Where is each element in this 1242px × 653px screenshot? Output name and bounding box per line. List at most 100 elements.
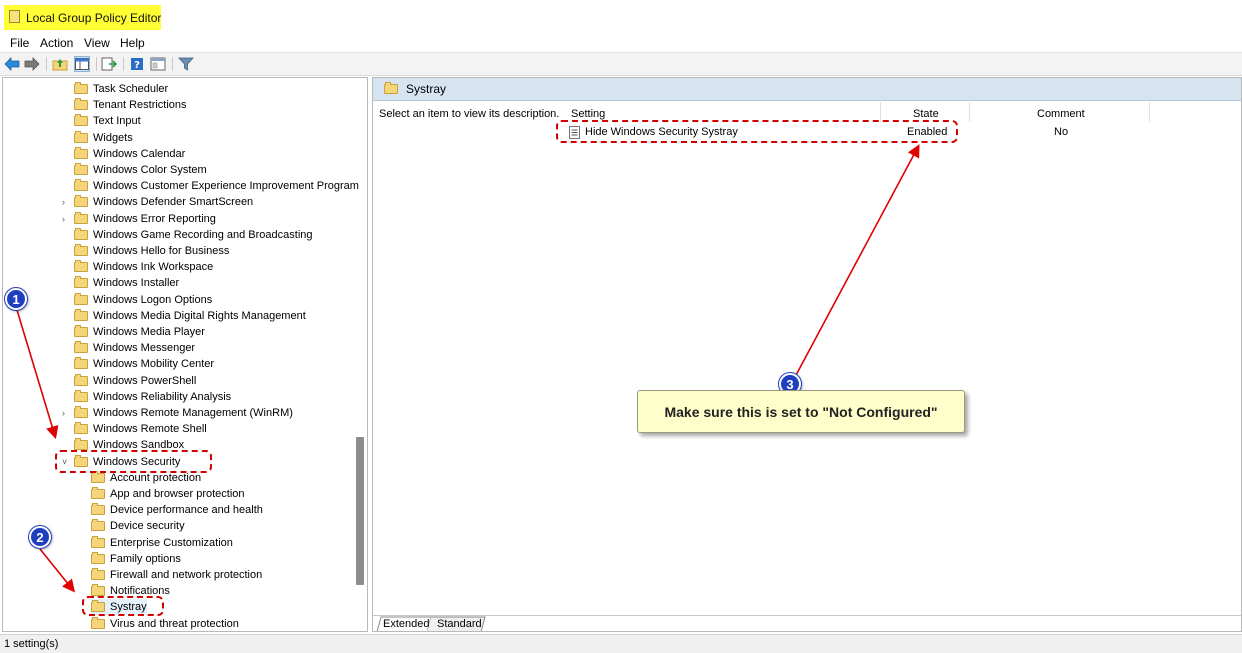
back-arrow-icon[interactable] <box>4 56 20 72</box>
tree-item[interactable]: Windows Messenger <box>74 340 195 356</box>
tree-item-label: Enterprise Customization <box>110 536 233 549</box>
tab-extended[interactable]: Extended <box>379 617 433 631</box>
tree-pane[interactable]: Task Scheduler Tenant Restrictions Text In… <box>2 77 368 632</box>
details-title: Systray <box>406 82 447 96</box>
tree-item-label: Windows PowerShell <box>93 374 197 387</box>
tree-item-label: Windows Logon Options <box>93 293 213 306</box>
tree-item-label: Windows Error Reporting <box>93 212 216 225</box>
title-bar: Local Group Policy Editor <box>0 0 1242 34</box>
menu-action[interactable]: Action <box>40 36 73 50</box>
folder-icon <box>91 519 105 532</box>
tree-item[interactable]: Windows PowerShell <box>74 373 196 389</box>
column-header-comment[interactable]: Comment <box>1037 108 1085 120</box>
folder-icon <box>74 98 88 111</box>
tree-item-label: Windows Ink Workspace <box>93 261 214 274</box>
chevron-right-icon[interactable]: › <box>62 408 65 418</box>
folder-icon <box>91 551 105 564</box>
tree-item[interactable]: Windows Installer <box>74 275 179 291</box>
column-header-setting[interactable]: Setting <box>571 108 605 120</box>
folder-icon <box>74 422 88 435</box>
highlight-systray <box>82 596 164 616</box>
tree-item[interactable]: Windows Customer Experience Improvement … <box>74 178 359 194</box>
tree-item-label: Windows Color System <box>93 164 207 176</box>
column-divider[interactable] <box>969 102 970 122</box>
tree-child-item[interactable]: Enterprise Customization <box>91 535 233 551</box>
column-divider[interactable] <box>880 102 881 122</box>
tree-item[interactable]: Task Scheduler <box>74 81 168 97</box>
tree-item-label: Widgets <box>93 131 133 144</box>
folder-icon <box>74 82 88 94</box>
tree-item[interactable]: Tenant Restrictions <box>74 97 187 113</box>
tree-child-item[interactable]: Device performance and health <box>91 502 263 518</box>
tree-item-label: Windows Game Recording and Broadcasting <box>93 228 313 241</box>
view-tabs: Extended Standard <box>373 615 1241 631</box>
tree-item[interactable]: Windows Calendar <box>74 146 185 162</box>
tree-item[interactable]: Windows Remote Shell <box>74 421 207 437</box>
tree-item-label: Text Input <box>93 115 141 128</box>
tree-child-item[interactable]: App and browser protection <box>91 486 245 502</box>
tree-item-label: Windows Media Player <box>93 326 205 338</box>
show-hide-tree-icon[interactable] <box>74 56 90 72</box>
tree-item[interactable]: Windows Color System <box>74 162 207 178</box>
tree-item[interactable]: Text Input <box>74 113 141 129</box>
tree-child-item[interactable]: Device security <box>91 518 185 534</box>
menu-help[interactable]: Help <box>120 36 145 50</box>
tree-item[interactable]: Windows Reliability Analysis <box>74 389 231 405</box>
tree-item-label: Windows Messenger <box>93 342 196 355</box>
chevron-right-icon[interactable]: › <box>62 197 65 207</box>
instruction-note: Make sure this is set to "Not Configured… <box>637 390 965 433</box>
tree-child-item[interactable]: Virus and threat protection <box>91 616 239 631</box>
tree-item-label: Tenant Restrictions <box>93 99 187 112</box>
tree-scrollbar-thumb[interactable] <box>356 437 364 585</box>
export-list-icon[interactable] <box>101 56 117 72</box>
up-folder-icon[interactable] <box>52 56 68 72</box>
chevron-right-icon[interactable]: › <box>62 214 65 224</box>
tree-item[interactable]: Windows Hello for Business <box>74 243 229 259</box>
tree-item-label: Windows Installer <box>93 277 180 290</box>
tree-child-item[interactable]: Family options <box>91 551 181 567</box>
tree-item[interactable]: › Windows Error Reporting <box>62 211 216 227</box>
tree-item[interactable]: Windows Game Recording and Broadcasting <box>74 227 313 243</box>
details-pane: Systray Select an item to view its descr… <box>372 77 1242 632</box>
tree-child-item[interactable]: Firewall and network protection <box>91 567 262 583</box>
filter-icon[interactable] <box>178 56 194 72</box>
tree-item-label: Windows Customer Experience Improvement … <box>93 180 359 193</box>
folder-icon <box>74 163 88 175</box>
tree-item[interactable]: Windows Logon Options <box>74 292 212 308</box>
toolbar-separator <box>172 57 173 71</box>
folder-icon <box>91 503 105 516</box>
forward-arrow-icon[interactable] <box>24 56 40 72</box>
step-badge-2: 2 <box>29 526 51 548</box>
folder-icon <box>74 389 88 402</box>
folder-icon <box>74 179 88 192</box>
tree-item[interactable]: Windows Media Digital Rights Management <box>74 308 306 324</box>
tree-item-label: Virus and threat protection <box>110 617 239 630</box>
status-bar: 1 setting(s) <box>0 634 1242 653</box>
details-header: Systray <box>373 78 1241 101</box>
tree-item-label: Windows Calendar <box>93 147 186 160</box>
column-header-state[interactable]: State <box>913 108 939 120</box>
svg-text:?: ? <box>134 60 140 71</box>
tree-item[interactable]: › Windows Remote Management (WinRM) <box>62 405 293 421</box>
toolbar-separator <box>46 57 47 71</box>
tree-item-label: Windows Media Digital Rights Management <box>93 309 306 322</box>
menu-file[interactable]: File <box>10 36 29 50</box>
tree-item[interactable]: Windows Ink Workspace <box>74 259 213 275</box>
tree-item[interactable]: Windows Media Player <box>74 324 205 340</box>
toolbar: ? <box>0 53 1242 76</box>
properties-icon[interactable] <box>150 56 166 72</box>
folder-icon <box>74 227 88 240</box>
tree-item-label: Windows Defender SmartScreen <box>93 196 254 209</box>
folder-icon <box>74 195 88 208</box>
help-icon[interactable]: ? <box>129 56 145 72</box>
tree-item[interactable]: › Windows Defender SmartScreen <box>62 194 254 210</box>
tree-item-label: Windows Remote Management (WinRM) <box>93 407 293 419</box>
tab-standard[interactable]: Standard <box>433 617 486 631</box>
folder-icon <box>74 357 88 370</box>
tree-item[interactable]: Widgets <box>74 130 133 146</box>
tree-item[interactable]: Windows Mobility Center <box>74 356 214 372</box>
tree-item-label: Windows Reliability Analysis <box>93 390 232 403</box>
folder-icon <box>74 325 88 337</box>
menu-view[interactable]: View <box>84 36 110 50</box>
column-divider[interactable] <box>1149 102 1150 122</box>
